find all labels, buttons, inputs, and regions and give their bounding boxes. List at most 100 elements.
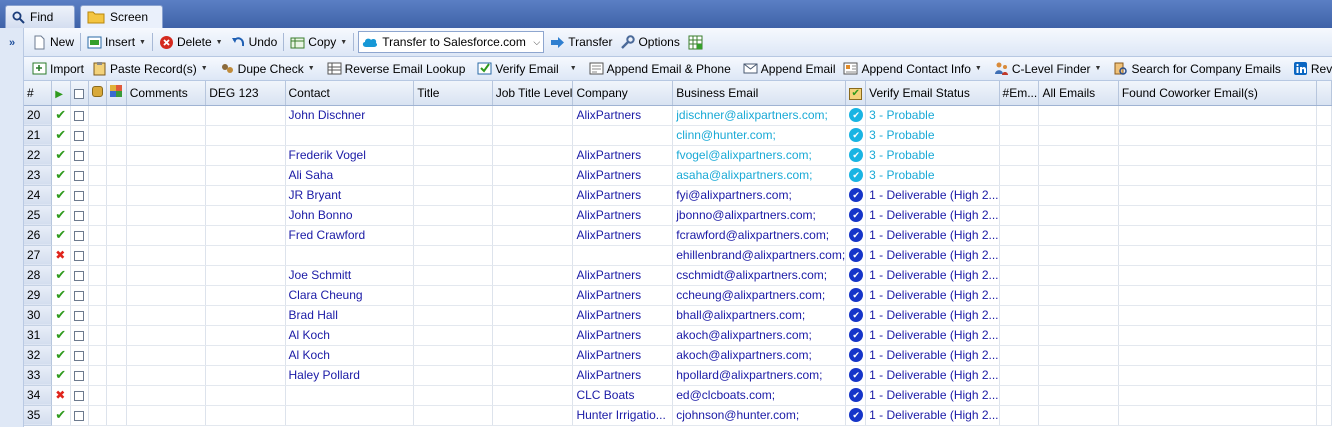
title-cell[interactable] [413,325,493,346]
table-row[interactable]: 27 ✖ ehillenbrand@alixpartners.com; ✔ 1 - De… [24,245,1332,266]
company-cell[interactable]: AlixPartners [572,265,674,286]
title-cell[interactable] [413,405,493,426]
contact-cell[interactable]: JR Bryant [285,185,415,206]
row-select-cell[interactable] [70,205,89,226]
all-emails-cell[interactable] [1038,225,1119,246]
email-cell[interactable]: jdischner@alixpartners.com; [672,105,847,126]
company-cell[interactable]: Hunter Irrigatio... [572,405,674,426]
company-cell[interactable]: AlixPartners [572,105,674,126]
contact-cell[interactable]: John Dischner [285,105,415,126]
col-email-count-header[interactable]: #Em... [999,81,1040,106]
import-button[interactable]: Import [28,58,88,80]
comments-cell[interactable] [126,345,207,366]
row-select-cell[interactable] [70,245,89,266]
all-emails-cell[interactable] [1038,205,1119,226]
coworker-cell[interactable] [1118,225,1318,246]
company-cell[interactable]: AlixPartners [572,365,674,386]
col-coworker-header[interactable]: Found Coworker Email(s) [1118,81,1318,106]
row-checkbox[interactable] [74,310,85,321]
title-cell[interactable] [413,365,493,386]
row-number-cell[interactable]: 31 [24,325,53,346]
email-cell[interactable]: ed@clcboats.com; [672,385,847,406]
job-level-cell[interactable] [492,265,574,286]
table-row[interactable]: 25 ✔ John Bonno AlixPartners jbonno@alixpart… [24,205,1332,226]
job-level-cell[interactable] [492,245,574,266]
email-count-cell[interactable] [999,325,1040,346]
verify-status-cell[interactable]: 1 - Deliverable (High 2... [865,285,1000,306]
deg-cell[interactable] [205,125,286,146]
table-row[interactable]: 33 ✔ Haley Pollard AlixPartners hpollard@ali… [24,365,1332,386]
verify-status-cell[interactable]: 1 - Deliverable (High 2... [865,385,1000,406]
deg-cell[interactable] [205,245,286,266]
row-checkbox[interactable] [74,230,85,241]
deg-cell[interactable] [205,305,286,326]
contact-cell[interactable]: Fred Crawford [285,225,415,246]
table-row[interactable]: 20 ✔ John Dischner AlixPartners jdischner@al… [24,105,1332,126]
email-cell[interactable]: fvogel@alixpartners.com; [672,145,847,166]
row-number-cell[interactable]: 32 [24,345,53,366]
email-count-cell[interactable] [999,185,1040,206]
verify-status-cell[interactable]: 3 - Probable [865,145,1000,166]
coworker-cell[interactable] [1118,185,1318,206]
row-checkbox[interactable] [74,410,85,421]
all-emails-cell[interactable] [1038,125,1119,146]
comments-cell[interactable] [126,265,207,286]
title-cell[interactable] [413,385,493,406]
title-cell[interactable] [413,305,493,326]
title-cell[interactable] [413,285,493,306]
row-checkbox[interactable] [74,130,85,141]
verify-status-cell[interactable]: 3 - Probable [865,165,1000,186]
contact-cell[interactable]: Brad Hall [285,305,415,326]
email-count-cell[interactable] [999,285,1040,306]
table-row[interactable]: 30 ✔ Brad Hall AlixPartners bhall@alixpartne… [24,305,1332,326]
title-cell[interactable] [413,185,493,206]
job-level-cell[interactable] [492,305,574,326]
row-select-cell[interactable] [70,265,89,286]
coworker-cell[interactable] [1118,365,1318,386]
email-cell[interactable]: fyi@alixpartners.com; [672,185,847,206]
contact-cell[interactable] [285,385,415,406]
verify-status-cell[interactable]: 1 - Deliverable (High 2... [865,345,1000,366]
all-emails-cell[interactable] [1038,365,1119,386]
deg-cell[interactable] [205,165,286,186]
email-count-cell[interactable] [999,405,1040,426]
all-emails-cell[interactable] [1038,385,1119,406]
job-level-cell[interactable] [492,165,574,186]
all-emails-cell[interactable] [1038,305,1119,326]
col-color-header[interactable] [106,81,127,106]
title-cell[interactable] [413,205,493,226]
email-count-cell[interactable] [999,125,1040,146]
title-cell[interactable] [413,225,493,246]
email-count-cell[interactable] [999,245,1040,266]
deg-cell[interactable] [205,185,286,206]
col-db-header[interactable] [88,81,107,106]
comments-cell[interactable] [126,185,207,206]
deg-cell[interactable] [205,145,286,166]
verify-status-cell[interactable]: 1 - Deliverable (High 2... [865,245,1000,266]
row-checkbox[interactable] [74,110,85,121]
coworker-cell[interactable] [1118,305,1318,326]
row-number-cell[interactable]: 29 [24,285,53,306]
job-level-cell[interactable] [492,345,574,366]
verify-status-cell[interactable]: 3 - Probable [865,125,1000,146]
verify-status-cell[interactable]: 1 - Deliverable (High 2... [865,185,1000,206]
row-select-cell[interactable] [70,345,89,366]
company-cell[interactable]: AlixPartners [572,285,674,306]
company-cell[interactable]: AlixPartners [572,185,674,206]
dupe-check-button[interactable]: Dupe Check ▼ [216,58,319,80]
coworker-cell[interactable] [1118,125,1318,146]
job-level-cell[interactable] [492,385,574,406]
paste-records-button[interactable]: Paste Record(s) ▼ [88,58,212,80]
contact-cell[interactable]: John Bonno [285,205,415,226]
company-cell[interactable] [572,245,674,266]
col-company-header[interactable]: Company [572,81,674,106]
title-cell[interactable] [413,105,493,126]
col-contact-header[interactable]: Contact [285,81,415,106]
row-checkbox[interactable] [74,350,85,361]
row-number-cell[interactable]: 24 [24,185,53,206]
coworker-cell[interactable] [1118,145,1318,166]
comments-cell[interactable] [126,165,207,186]
title-cell[interactable] [413,265,493,286]
coworker-cell[interactable] [1118,405,1318,426]
contact-cell[interactable]: Al Koch [285,325,415,346]
